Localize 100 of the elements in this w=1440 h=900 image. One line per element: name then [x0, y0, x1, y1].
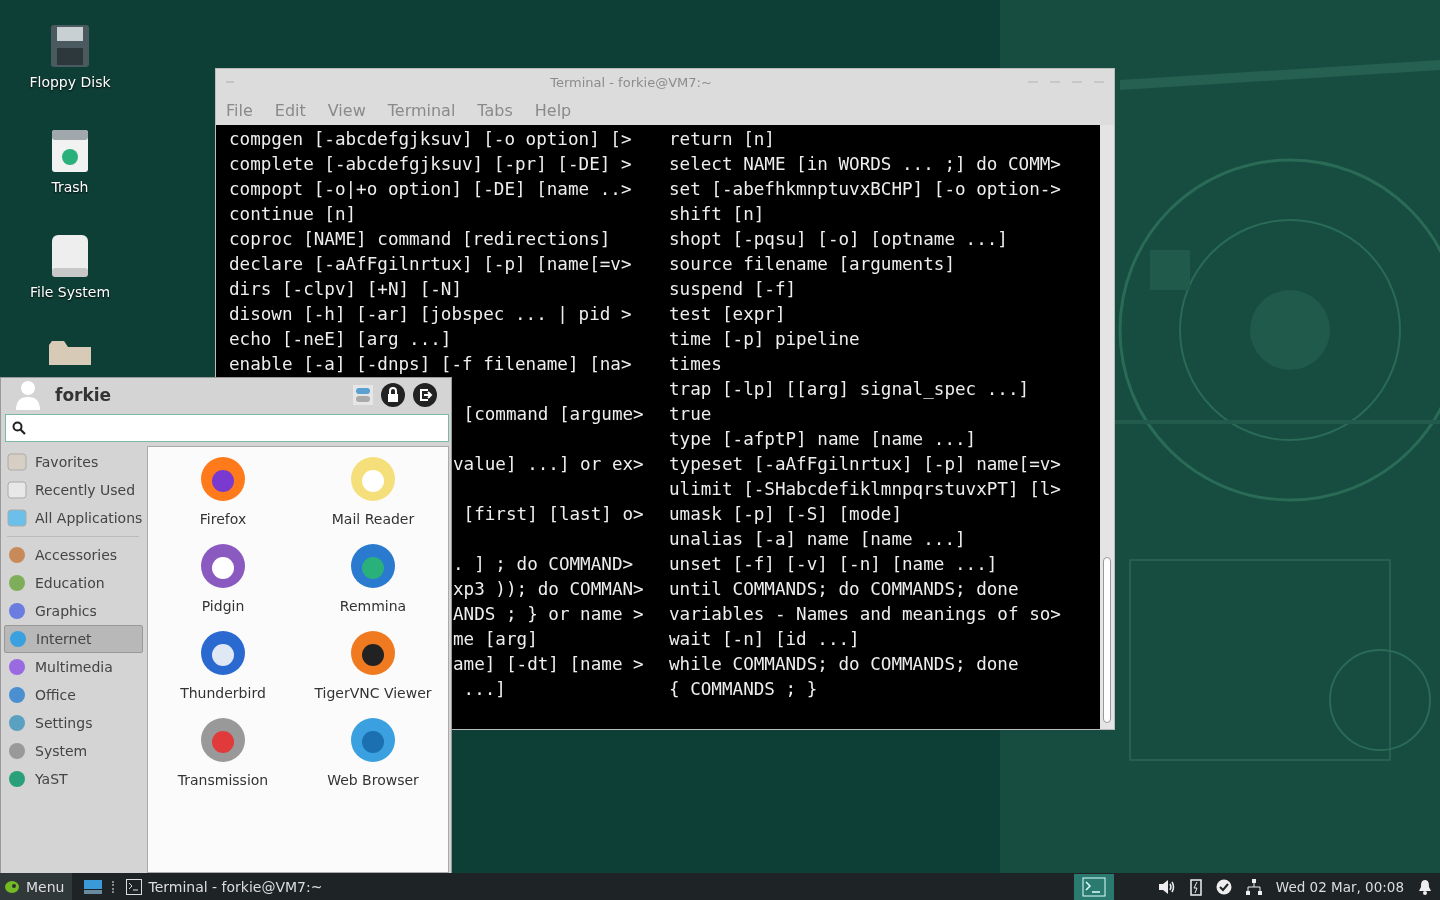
scrollbar[interactable] — [1100, 125, 1114, 729]
terminal-line: ulimit [-SHabcdefiklmnpqrstuvxPT] [l> — [669, 479, 1061, 499]
user-icon — [15, 380, 41, 410]
terminal-line: declare [-aAfFgilnrtux] [-p] [name[=v> — [229, 254, 632, 274]
category-icon — [7, 741, 27, 761]
menu-button[interactable]: Menu — [0, 873, 73, 900]
battery-icon[interactable] — [1189, 877, 1202, 896]
category-item[interactable]: Favorites — [1, 448, 143, 476]
leaf-icon — [4, 879, 20, 894]
category-icon — [8, 629, 28, 649]
category-item[interactable]: YaST — [1, 765, 143, 793]
terminal-line: test [expr] — [669, 304, 786, 324]
terminal-line: ANDS ; } or name > — [453, 604, 644, 624]
terminal-line: dirs [-clpv] [+N] [-N] — [229, 279, 463, 299]
app-icon — [199, 629, 247, 677]
terminal-line: return [n] — [669, 129, 775, 149]
trash-icon[interactable] — [51, 129, 89, 173]
terminal-line: unset [-f] [-v] [-n] [name ...] — [669, 554, 998, 574]
category-item[interactable]: Settings — [1, 709, 143, 737]
category-item[interactable]: Multimedia — [1, 653, 143, 681]
desktop-icon-label[interactable]: File System — [29, 284, 111, 300]
terminal-line: enable [-a] [-dnps] [-f filename] [na> — [229, 354, 632, 374]
app-launcher[interactable]: TigerVNC Viewer — [298, 629, 448, 716]
category-item[interactable]: Graphics — [1, 597, 143, 625]
window-title: Terminal - forkie@VM7:~ — [549, 74, 713, 90]
terminal-line: . ] ; do COMMAND> — [453, 554, 634, 574]
category-icon — [7, 685, 27, 705]
category-item[interactable]: All Applications — [1, 504, 143, 532]
handle-icon[interactable] — [112, 880, 117, 893]
logout-icon[interactable] — [413, 383, 437, 407]
terminal-line: compopt [-o|+o option] [-DE] [name ..> — [229, 179, 632, 199]
terminal-line: me [arg] — [453, 629, 538, 649]
terminal-line: while COMMANDS; do COMMANDS; done — [669, 654, 1019, 674]
terminal-line: echo [-neE] [arg ...] — [229, 329, 452, 349]
drive-icon[interactable] — [51, 234, 89, 278]
volume-icon[interactable] — [1157, 878, 1176, 895]
app-launcher[interactable]: Web Browser — [298, 716, 448, 803]
terminal-icon[interactable] — [1073, 873, 1114, 900]
terminal-line: typeset [-aAfFgilnrtux] [-p] name[=v> — [669, 454, 1061, 474]
search-field[interactable] — [5, 414, 449, 442]
terminal-line: [command [argume> — [462, 404, 644, 424]
terminal-line: disown [-h] [-ar] [jobspec ... | pid > — [229, 304, 632, 324]
app-icon — [349, 716, 397, 764]
terminal-line: unalias [-a] name [name ...] — [669, 529, 966, 549]
folder-icon[interactable] — [48, 339, 92, 365]
network-icon[interactable] — [1245, 878, 1262, 895]
terminal-line: variables - Names and meanings of so> — [669, 604, 1061, 624]
category-item[interactable]: Office — [1, 681, 143, 709]
terminal-line: set [-abefhkmnptuvxBCHP] [-o option-> — [669, 179, 1061, 199]
terminal-line: compgen [-abcdefgjksuv] [-o option] [> — [229, 129, 632, 149]
app-launcher[interactable]: Remmina — [298, 542, 448, 629]
terminal-line: shift [n] — [669, 204, 765, 224]
terminal-icon — [126, 878, 143, 895]
scrollbar-thumb[interactable] — [1103, 557, 1111, 723]
app-icon — [349, 542, 397, 590]
app-launcher[interactable]: Transmission — [148, 716, 298, 803]
category-icon — [7, 545, 27, 565]
terminal-line: true — [669, 404, 712, 424]
show-desktop-icon[interactable] — [84, 879, 103, 894]
bell-icon[interactable] — [1418, 878, 1432, 895]
category-item[interactable]: Recently Used — [1, 476, 143, 504]
desktop-icon-label[interactable]: Floppy Disk — [29, 74, 111, 90]
terminal-line: times — [669, 354, 722, 374]
category-icon — [7, 508, 27, 528]
terminal-line: coproc [NAME] command [redirections] — [229, 229, 611, 249]
check-icon[interactable] — [1215, 878, 1232, 895]
category-item[interactable]: Accessories — [1, 541, 143, 569]
clock[interactable]: Wed 02 Mar, 00:08 — [1275, 878, 1404, 895]
category-item[interactable]: System — [1, 737, 143, 765]
taskbar-task[interactable]: Terminal - forkie@VM7:~ — [126, 873, 331, 900]
terminal-line: [first] [last] o> — [462, 504, 644, 524]
terminal-line: select NAME [in WORDS ... ;] do COMM> — [669, 154, 1061, 174]
terminal-line: type [-afptP] name [name ...] — [669, 429, 977, 449]
terminal-line: ame] [-dt] [name > — [453, 654, 644, 674]
app-launcher[interactable]: Mail Reader — [298, 455, 448, 542]
lock-icon[interactable] — [381, 383, 405, 407]
toggle-icon[interactable] — [353, 385, 373, 405]
terminal-line: continue [n] — [229, 204, 357, 224]
app-launcher[interactable]: Firefox — [148, 455, 298, 542]
terminal-line: suspend [-f] — [669, 279, 797, 299]
terminal-line: ...] — [462, 679, 506, 699]
terminal-line: value] ...] or ex> — [453, 454, 644, 474]
app-icon — [199, 455, 247, 503]
app-launcher[interactable]: Thunderbird — [148, 629, 298, 716]
app-icon — [349, 629, 397, 677]
category-item[interactable]: Internet — [4, 625, 143, 653]
terminal-line: trap [-lp] [[arg] signal_spec ...] — [669, 379, 1030, 399]
terminal-line: { COMMANDS ; } — [669, 679, 818, 699]
terminal-line: time [-p] pipeline — [669, 329, 860, 349]
terminal-line: wait [-n] [id ...] — [669, 629, 860, 649]
app-launcher[interactable]: Pidgin — [148, 542, 298, 629]
category-item[interactable]: Education — [1, 569, 143, 597]
category-icon — [7, 601, 27, 621]
category-icon — [7, 713, 27, 733]
terminal-line: complete [-abcdefgjksuv] [-pr] [-DE] > — [229, 154, 632, 174]
app-icon — [199, 542, 247, 590]
category-icon — [7, 573, 27, 593]
app-icon — [349, 455, 397, 503]
terminal-line: xp3 )); do COMMAN> — [453, 579, 644, 599]
desktop-icon-label[interactable]: Trash — [51, 179, 89, 195]
